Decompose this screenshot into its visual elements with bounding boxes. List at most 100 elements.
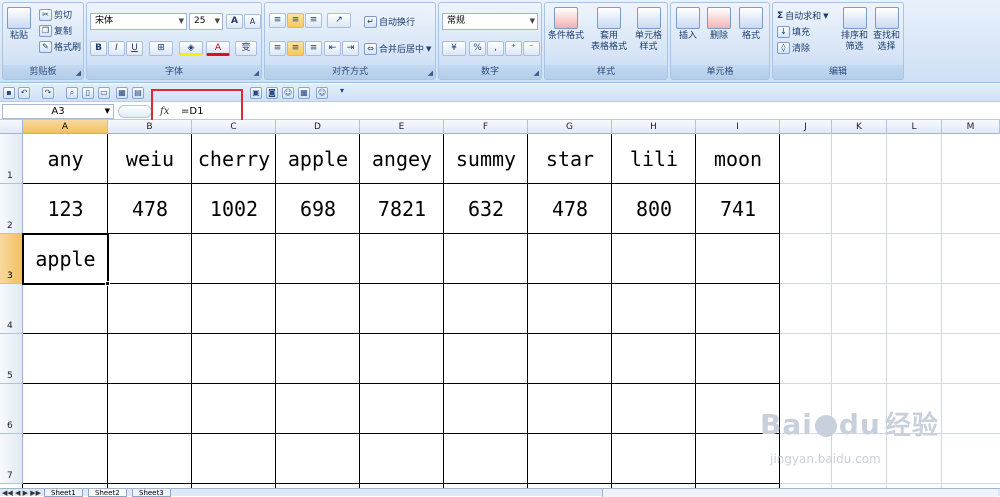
cell-e2[interactable]: 7821 [360, 184, 444, 234]
chart-icon[interactable]: ▤ [132, 87, 144, 99]
row-header-5[interactable]: 5 [0, 334, 23, 384]
smiley-alt-icon[interactable]: ☺ [316, 87, 328, 99]
column-header-c[interactable]: C [192, 120, 276, 134]
align-top-button[interactable]: ≡ [269, 13, 286, 28]
align-middle-button[interactable]: ≡ [287, 13, 304, 28]
bold-button[interactable]: B [90, 41, 107, 56]
column-header-m[interactable]: M [942, 120, 1000, 134]
conditional-format-button[interactable]: 条件格式 [548, 7, 584, 42]
column-header-h[interactable]: H [612, 120, 696, 134]
customize-toolbar-icon[interactable]: ▾ [340, 86, 344, 95]
open-icon[interactable]: ▭ [98, 87, 110, 99]
fill-button[interactable]: ↓ 填充 [777, 25, 810, 38]
copy-button[interactable]: ❐ 复制 [39, 24, 72, 37]
cell-g2[interactable]: 478 [528, 184, 612, 234]
font-size-select[interactable]: 25 ▼ [189, 13, 223, 30]
row-header-4[interactable]: 4 [0, 284, 23, 334]
row-header-3[interactable]: 3 [0, 234, 23, 284]
cell-g1[interactable]: star [528, 134, 612, 184]
comma-button[interactable]: , [487, 41, 504, 56]
select-all-corner[interactable] [0, 120, 23, 134]
cell-styles-button[interactable]: 单元格 样式 [635, 7, 662, 53]
delete-button[interactable]: 删除 [707, 7, 731, 42]
cell-e1[interactable]: angey [360, 134, 444, 184]
sort-filter-button[interactable]: 排序和 筛选 [841, 7, 868, 53]
percent-button[interactable]: % [469, 41, 486, 56]
picture-icon[interactable]: ◙ [266, 87, 278, 99]
save-icon[interactable]: ▪ [3, 87, 15, 99]
smiley-icon[interactable]: ☺ [282, 87, 294, 99]
format-button[interactable]: 格式 [739, 7, 763, 42]
cell-d1[interactable]: apple [276, 134, 360, 184]
increase-indent-button[interactable]: ⇥ [342, 41, 359, 56]
column-header-i[interactable]: I [696, 120, 780, 134]
table-format-icon[interactable]: ▦ [298, 87, 310, 99]
number-format-select[interactable]: 常规 ▼ [442, 13, 538, 30]
font-color-button[interactable]: A [206, 41, 230, 56]
cut-button[interactable]: ✂ 剪切 [39, 8, 72, 21]
border-button[interactable]: ⊞ [149, 41, 173, 56]
cell-f2[interactable]: 632 [444, 184, 528, 234]
redo-icon[interactable]: ↷ [42, 87, 54, 99]
increase-decimal-button[interactable]: ⁺ [505, 41, 522, 56]
decrease-decimal-button[interactable]: ⁻ [523, 41, 540, 56]
cell-h1[interactable]: lili [612, 134, 696, 184]
cell-c1[interactable]: cherry [192, 134, 276, 184]
dialog-launcher-icon[interactable]: ◢ [254, 69, 259, 77]
column-header-b[interactable]: B [108, 120, 192, 134]
formula-bar-splitter[interactable] [118, 105, 152, 118]
fill-color-button[interactable]: ◈ [179, 41, 203, 56]
column-header-f[interactable]: F [444, 120, 528, 134]
align-bottom-button[interactable]: ≡ [305, 13, 322, 28]
insert-button[interactable]: 插入 [676, 7, 700, 42]
insert-function-icon[interactable]: fx [160, 104, 174, 119]
phonetic-button[interactable]: 变 [235, 41, 257, 56]
dialog-launcher-icon[interactable]: ◢ [76, 69, 81, 77]
cell-d2[interactable]: 698 [276, 184, 360, 234]
print-preview-icon[interactable]: ⌕ [66, 87, 78, 99]
format-painter-button[interactable]: ✎ 格式刷 [39, 40, 81, 53]
column-header-d[interactable]: D [276, 120, 360, 134]
merge-center-button[interactable]: ⇔ 合并后居中 ▼ [364, 42, 431, 55]
column-header-j[interactable]: J [780, 120, 832, 134]
font-name-select[interactable]: 宋体 ▼ [90, 13, 187, 30]
name-box[interactable]: A3 ▼ [2, 104, 114, 119]
cell-i2[interactable]: 741 [696, 184, 780, 234]
format-as-table-button[interactable]: 套用 表格格式 [591, 7, 627, 53]
currency-button[interactable]: ¥ [442, 41, 466, 56]
row-header-6[interactable]: 6 [0, 384, 23, 434]
underline-button[interactable]: U [126, 41, 143, 56]
cell-c2[interactable]: 1002 [192, 184, 276, 234]
dialog-launcher-icon[interactable]: ◢ [428, 69, 433, 77]
find-select-button[interactable]: 查找和 选择 [873, 7, 900, 53]
align-center-button[interactable]: ≡ [287, 41, 304, 56]
row-header-1[interactable]: 1 [0, 134, 23, 184]
row-header-2[interactable]: 2 [0, 184, 23, 234]
table-icon[interactable]: ▦ [116, 87, 128, 99]
grow-font-button[interactable]: A [226, 14, 243, 29]
align-left-button[interactable]: ≡ [269, 41, 286, 56]
align-right-button[interactable]: ≡ [305, 41, 322, 56]
cell-a2[interactable]: 123 [23, 184, 108, 234]
cell-b2[interactable]: 478 [108, 184, 192, 234]
decrease-indent-button[interactable]: ⇤ [324, 41, 341, 56]
orientation-button[interactable]: ↗ [327, 13, 351, 28]
row-header-7[interactable]: 7 [0, 434, 23, 484]
autosum-button[interactable]: Σ 自动求和 ▼ [777, 9, 829, 23]
new-document-icon[interactable]: ▯ [82, 87, 94, 99]
cell-i1[interactable]: moon [696, 134, 780, 184]
clear-button[interactable]: ◊ 清除 [777, 41, 810, 54]
column-header-l[interactable]: L [887, 120, 942, 134]
paste-button[interactable]: 粘贴 [7, 7, 31, 42]
cell-a1[interactable]: any [23, 134, 108, 184]
italic-button[interactable]: I [108, 41, 125, 56]
fill-handle[interactable] [105, 281, 110, 286]
dialog-launcher-icon[interactable]: ◢ [534, 69, 539, 77]
column-header-k[interactable]: K [832, 120, 887, 134]
column-header-a[interactable]: A [23, 120, 108, 134]
cell-f1[interactable]: summy [444, 134, 528, 184]
wrap-text-button[interactable]: ↵ 自动换行 [364, 15, 415, 28]
cell-h2[interactable]: 800 [612, 184, 696, 234]
undo-icon[interactable]: ↶ [18, 87, 30, 99]
column-header-g[interactable]: G [528, 120, 612, 134]
